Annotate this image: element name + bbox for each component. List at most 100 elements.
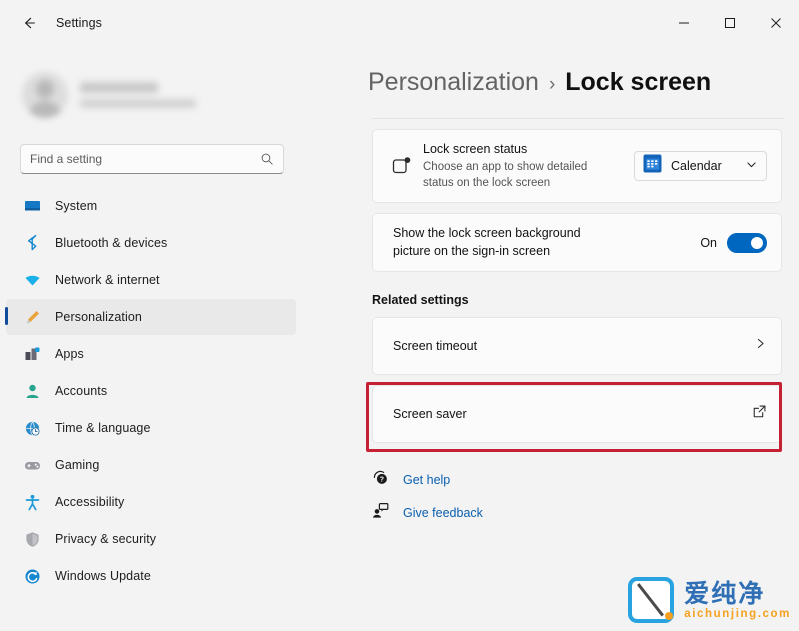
breadcrumb: Personalization › Lock screen bbox=[368, 68, 799, 97]
screen-timeout-label: Screen timeout bbox=[393, 338, 478, 353]
lock-screen-status-dropdown[interactable]: Calendar bbox=[634, 151, 767, 181]
close-icon bbox=[771, 18, 781, 28]
watermark-logo-icon bbox=[628, 577, 675, 623]
help-icon: ? bbox=[372, 469, 389, 491]
lock-screen-status-description: Choose an app to show detailed status on… bbox=[423, 161, 588, 189]
sidebar-item-apps[interactable]: Apps bbox=[6, 336, 296, 372]
settings-window: Settings Find a setting System Bluetooth… bbox=[0, 0, 799, 631]
bluetooth-icon bbox=[24, 234, 41, 252]
breadcrumb-separator: › bbox=[548, 74, 556, 95]
apps-icon bbox=[24, 346, 41, 363]
account-name bbox=[80, 82, 158, 93]
shield-icon bbox=[24, 531, 41, 548]
system-icon bbox=[24, 198, 41, 215]
sidebar-item-time-language[interactable]: Time & language bbox=[6, 410, 296, 446]
close-button[interactable] bbox=[753, 0, 799, 46]
background-picture-label: Show the lock screen background picture … bbox=[393, 226, 581, 258]
back-button[interactable] bbox=[12, 7, 46, 39]
gamepad-icon bbox=[24, 457, 41, 474]
account-email bbox=[80, 99, 196, 108]
minimize-button[interactable] bbox=[661, 0, 707, 46]
sidebar-item-personalization[interactable]: Personalization bbox=[5, 299, 296, 335]
sidebar-item-label: Time & language bbox=[55, 421, 151, 435]
search-icon bbox=[261, 153, 273, 165]
page-title: Lock screen bbox=[565, 68, 712, 96]
breadcrumb-parent[interactable]: Personalization bbox=[368, 68, 539, 97]
watermark-dot bbox=[665, 612, 674, 620]
maximize-icon bbox=[725, 18, 735, 28]
search-input[interactable] bbox=[30, 152, 260, 166]
sidebar-item-gaming[interactable]: Gaming bbox=[6, 447, 296, 483]
feedback-icon bbox=[372, 502, 389, 524]
minimize-icon bbox=[679, 22, 689, 24]
get-help-label: Get help bbox=[403, 473, 451, 487]
external-link-icon bbox=[752, 404, 767, 424]
sidebar-item-label: Bluetooth & devices bbox=[55, 236, 168, 250]
lock-screen-status-control: Calendar bbox=[634, 151, 767, 181]
calendar-icon bbox=[643, 154, 662, 178]
sidebar-nav: System Bluetooth & devices Network & int… bbox=[0, 188, 310, 594]
screen-timeout-row[interactable]: Screen timeout bbox=[372, 317, 782, 375]
header-divider bbox=[372, 118, 784, 119]
sidebar-item-system[interactable]: System bbox=[6, 188, 296, 224]
background-picture-toggle-card: Show the lock screen background picture … bbox=[372, 213, 782, 272]
screen-saver-control bbox=[752, 404, 767, 424]
watermark: 爱纯净 aichunjing.com bbox=[628, 577, 791, 623]
app-title: Settings bbox=[56, 16, 102, 30]
clock-globe-icon bbox=[24, 420, 41, 437]
sidebar-item-label: Personalization bbox=[55, 310, 142, 324]
sidebar-item-label: Accounts bbox=[55, 384, 108, 398]
background-picture-state: On bbox=[700, 235, 717, 250]
update-icon bbox=[24, 568, 41, 585]
screen-saver-label: Screen saver bbox=[393, 406, 467, 421]
paintbrush-icon bbox=[24, 309, 41, 326]
sidebar-item-label: Windows Update bbox=[55, 569, 151, 583]
svg-text:?: ? bbox=[380, 477, 384, 484]
get-help-link[interactable]: ? Get help bbox=[372, 469, 799, 491]
watermark-domain: aichunjing.com bbox=[684, 607, 791, 620]
account-text bbox=[80, 82, 196, 108]
sidebar-item-label: System bbox=[55, 199, 98, 213]
wifi-icon bbox=[24, 272, 41, 289]
window-controls bbox=[661, 0, 799, 46]
sidebar-item-label: Apps bbox=[55, 347, 84, 361]
avatar bbox=[22, 72, 68, 118]
background-picture-control: On bbox=[700, 232, 767, 253]
lock-screen-status-dropdown-value: Calendar bbox=[671, 159, 722, 173]
sidebar-item-label: Accessibility bbox=[55, 495, 125, 509]
sidebar-item-accessibility[interactable]: Accessibility bbox=[6, 484, 296, 520]
search-box[interactable] bbox=[20, 144, 284, 174]
background-picture-text: Show the lock screen background picture … bbox=[387, 225, 700, 260]
screen-timeout-text: Screen timeout bbox=[387, 338, 754, 355]
footer-links: ? Get help Give feedback bbox=[372, 469, 799, 524]
sidebar-item-label: Network & internet bbox=[55, 273, 160, 287]
give-feedback-label: Give feedback bbox=[403, 506, 483, 520]
screen-saver-row[interactable]: Screen saver bbox=[372, 385, 782, 443]
sidebar-item-network-internet[interactable]: Network & internet bbox=[6, 262, 296, 298]
background-picture-switch[interactable] bbox=[727, 232, 767, 253]
person-icon bbox=[24, 383, 41, 400]
sidebar: System Bluetooth & devices Network & int… bbox=[0, 46, 310, 631]
sidebar-item-label: Gaming bbox=[55, 458, 100, 472]
chevron-down-icon bbox=[746, 157, 757, 175]
screen-timeout-control bbox=[754, 337, 767, 355]
screen-saver-text: Screen saver bbox=[387, 406, 752, 423]
title-bar: Settings bbox=[0, 0, 799, 46]
sidebar-item-bluetooth-devices[interactable]: Bluetooth & devices bbox=[6, 225, 296, 261]
sidebar-item-windows-update[interactable]: Windows Update bbox=[6, 558, 296, 594]
watermark-chinese: 爱纯净 bbox=[684, 579, 766, 608]
lock-screen-status-card: Lock screen status Choose an app to show… bbox=[372, 129, 782, 203]
lock-screen-status-icon bbox=[387, 155, 417, 177]
lock-screen-status-text: Lock screen status Choose an app to show… bbox=[417, 141, 634, 191]
maximize-button[interactable] bbox=[707, 0, 753, 46]
accessibility-icon bbox=[24, 494, 41, 511]
chevron-right-icon bbox=[754, 337, 767, 355]
lock-screen-status-title: Lock screen status bbox=[423, 142, 528, 156]
sidebar-item-privacy-security[interactable]: Privacy & security bbox=[6, 521, 296, 557]
watermark-text: 爱纯净 aichunjing.com bbox=[684, 579, 791, 620]
give-feedback-link[interactable]: Give feedback bbox=[372, 502, 799, 524]
account-block[interactable] bbox=[22, 66, 310, 124]
sidebar-item-label: Privacy & security bbox=[55, 532, 157, 546]
arrow-left-icon bbox=[25, 17, 35, 29]
sidebar-item-accounts[interactable]: Accounts bbox=[6, 373, 296, 409]
